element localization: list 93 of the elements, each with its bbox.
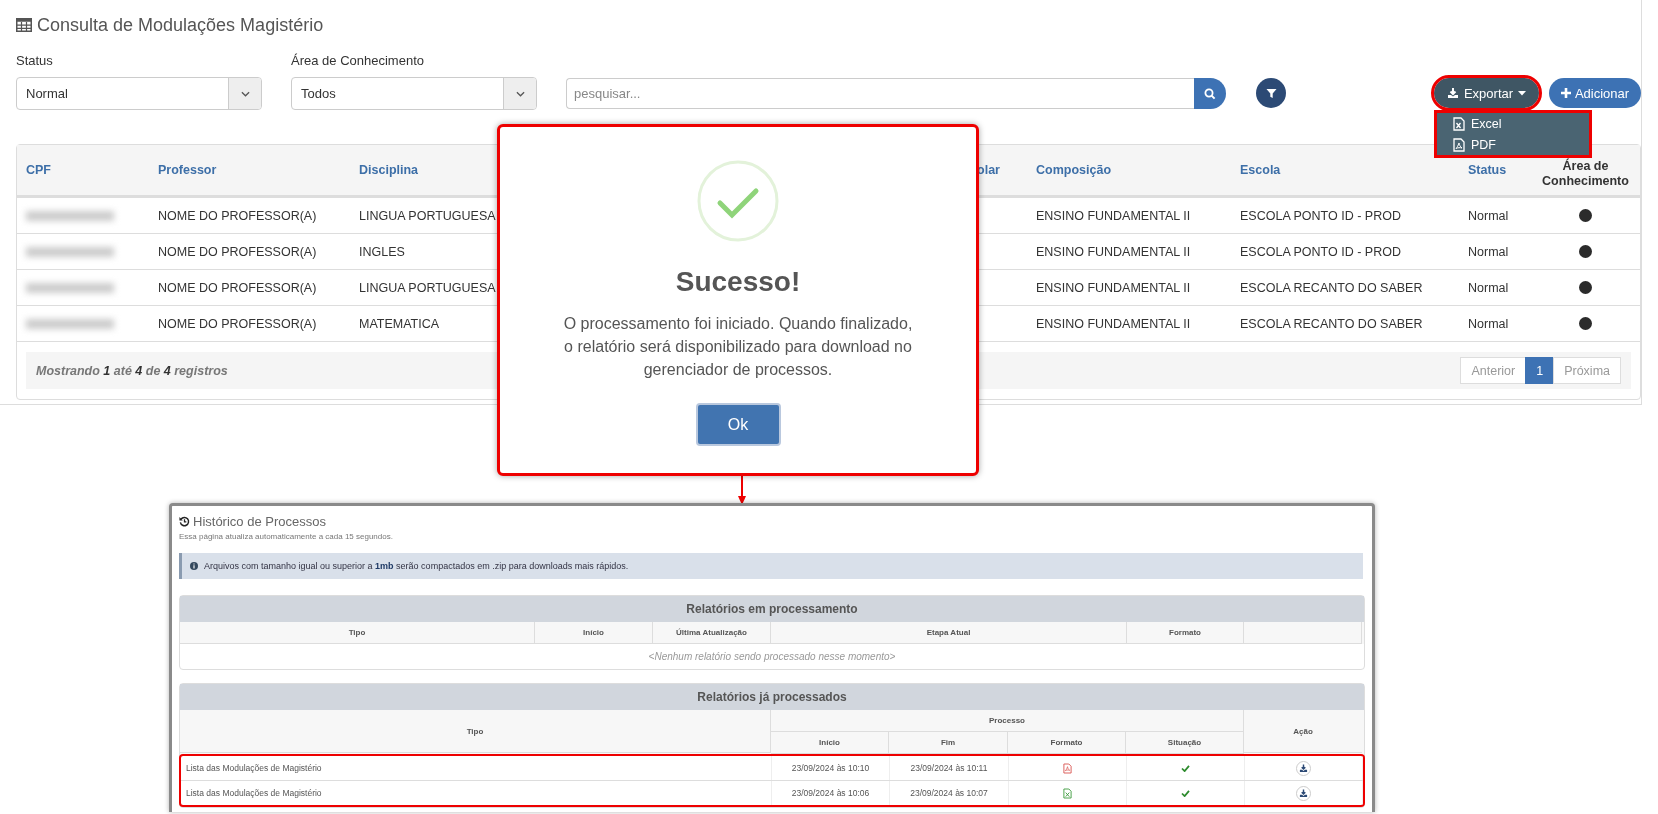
table-cell: 23/09/2024 às 10:11 — [910, 763, 988, 773]
empty-message: <Nenhum relatório sendo processado nesse momento> — [648, 651, 896, 662]
table-cell: ESCOLA RECANTO DO SABER — [1240, 316, 1423, 331]
add-button[interactable]: Adicionar — [1549, 78, 1641, 108]
table-cell: 23/09/2024 às 10:07 — [910, 788, 988, 798]
field-label: Área de Conhecimento — [291, 53, 425, 68]
column-header[interactable]: Professor — [158, 163, 217, 177]
column-header: Última Atualização — [676, 628, 747, 637]
table-cell: LINGUA PORTUGUESA — [359, 208, 496, 223]
dot-icon — [1579, 281, 1592, 294]
dot-icon — [1579, 245, 1592, 258]
table-cell: MATEMATICA — [359, 316, 440, 331]
table-cell: NOME DO PROFESSOR(A) — [158, 280, 317, 295]
search-icon — [1204, 87, 1216, 100]
table-cell: ENSINO FUNDAMENTAL II — [1036, 208, 1191, 223]
plus-icon — [1560, 88, 1571, 98]
table-cell: ESCOLA RECANTO DO SABER — [1240, 280, 1423, 295]
search-field[interactable]: pesquisar... — [566, 78, 1194, 109]
table-cell: 23/09/2024 às 10:10 — [791, 763, 870, 773]
column-group-header: Processo — [989, 716, 1025, 725]
column-header[interactable]: Disciplina — [359, 163, 419, 177]
table-cell: NOME DO PROFESSOR(A) — [158, 208, 317, 223]
pdf-file-icon — [1063, 762, 1072, 774]
column-header: Formato — [1169, 628, 1201, 637]
column-header: Início — [583, 628, 604, 637]
export-button[interactable]: Exportar — [1434, 78, 1539, 108]
alert-text: Arquivos com tamanho igual ou superior a 1mb serão compactados em .zip para downloads mais rápidos. — [204, 561, 629, 571]
refresh-note: Essa página atualiza automaticamente a cada 15 segundos. — [179, 532, 394, 541]
record-count: Mostrando 1 até 4 de 4 registros — [36, 363, 228, 378]
column-header: Tipo — [348, 628, 366, 637]
column-header: Ação — [1293, 726, 1313, 736]
page-button[interactable]: Anterior — [1460, 357, 1527, 384]
panel-title: Histórico de Processos — [193, 514, 326, 529]
history-icon — [179, 516, 190, 527]
table-cell: Normal — [1468, 316, 1509, 331]
excel-file-icon — [1063, 787, 1072, 799]
chevron-down-icon — [515, 90, 525, 97]
menu-item[interactable]: Excel — [1437, 113, 1589, 134]
filter-icon — [1265, 87, 1277, 99]
select-field[interactable]: Todos — [291, 77, 537, 110]
column-header: Situação — [1167, 738, 1202, 747]
dialog-title: Sucesso! — [675, 266, 801, 298]
table-title: Relatórios já processados — [697, 690, 847, 704]
table-cell: INGLES — [359, 244, 405, 259]
table-icon — [16, 18, 32, 32]
table-cell: Normal — [1468, 244, 1509, 259]
check-circle-icon — [697, 160, 779, 242]
filter-button[interactable] — [1256, 78, 1286, 108]
pdf-file-icon — [1453, 137, 1465, 152]
download-icon — [1446, 87, 1459, 99]
dot-icon — [1579, 317, 1592, 330]
page-button[interactable]: Próxima — [1553, 357, 1621, 384]
table-cell: 23/09/2024 às 10:06 — [791, 788, 870, 798]
column-header: Tipo — [466, 726, 484, 736]
caret-icon — [1518, 90, 1527, 96]
search-button[interactable] — [1194, 78, 1226, 109]
table-cell: ENSINO FUNDAMENTAL II — [1036, 280, 1191, 295]
table-cell: ESCOLA PONTO ID - PROD — [1240, 208, 1401, 223]
download-button[interactable] — [1296, 785, 1311, 801]
table-cell: Lista das Modulações de Magistério — [186, 788, 322, 798]
column-header: Início — [819, 738, 840, 747]
dot-icon — [1579, 209, 1592, 222]
chevron-down-icon — [240, 90, 250, 97]
table-cell: LINGUA PORTUGUESA — [359, 280, 496, 295]
column-header[interactable]: Escola — [1240, 163, 1281, 177]
dialog-message: O processamento foi iniciado. Quando finalizado, o relatório será disponibilizado para download no gerenciador de processos. — [562, 314, 914, 380]
table-cell: Normal — [1468, 208, 1509, 223]
table-cell: NOME DO PROFESSOR(A) — [158, 316, 317, 331]
download-icon — [1299, 763, 1308, 773]
select-field[interactable]: Normal — [16, 77, 262, 110]
ok-button[interactable]: Ok — [695, 403, 781, 446]
column-header[interactable]: CPF — [26, 163, 51, 177]
column-header[interactable]: Status — [1468, 163, 1507, 177]
page-title: Consulta de Modulações Magistério — [37, 14, 324, 36]
column-header: Formato — [1050, 738, 1083, 747]
table-cell: ENSINO FUNDAMENTAL II — [1036, 316, 1191, 331]
info-icon — [190, 562, 198, 570]
column-header: Área de Conhecimento — [1541, 159, 1630, 189]
field-label: Status — [16, 53, 54, 68]
table-cell: ESCOLA PONTO ID - PROD — [1240, 244, 1401, 259]
download-icon — [1299, 788, 1308, 798]
table-cell: ENSINO FUNDAMENTAL II — [1036, 244, 1191, 259]
download-button[interactable] — [1296, 760, 1311, 776]
table-cell: NOME DO PROFESSOR(A) — [158, 244, 317, 259]
table-cell: Lista das Modulações de Magistério — [186, 763, 322, 773]
table-title: Relatórios em processamento — [686, 602, 858, 616]
page-button[interactable]: 1 — [1525, 357, 1555, 384]
table-cell: Normal — [1468, 280, 1509, 295]
column-header: Etapa Atual — [926, 628, 971, 637]
excel-file-icon — [1453, 116, 1465, 131]
column-header[interactable]: Composição — [1036, 163, 1111, 177]
menu-item[interactable]: PDF — [1437, 134, 1589, 155]
column-header: Fim — [940, 738, 956, 747]
